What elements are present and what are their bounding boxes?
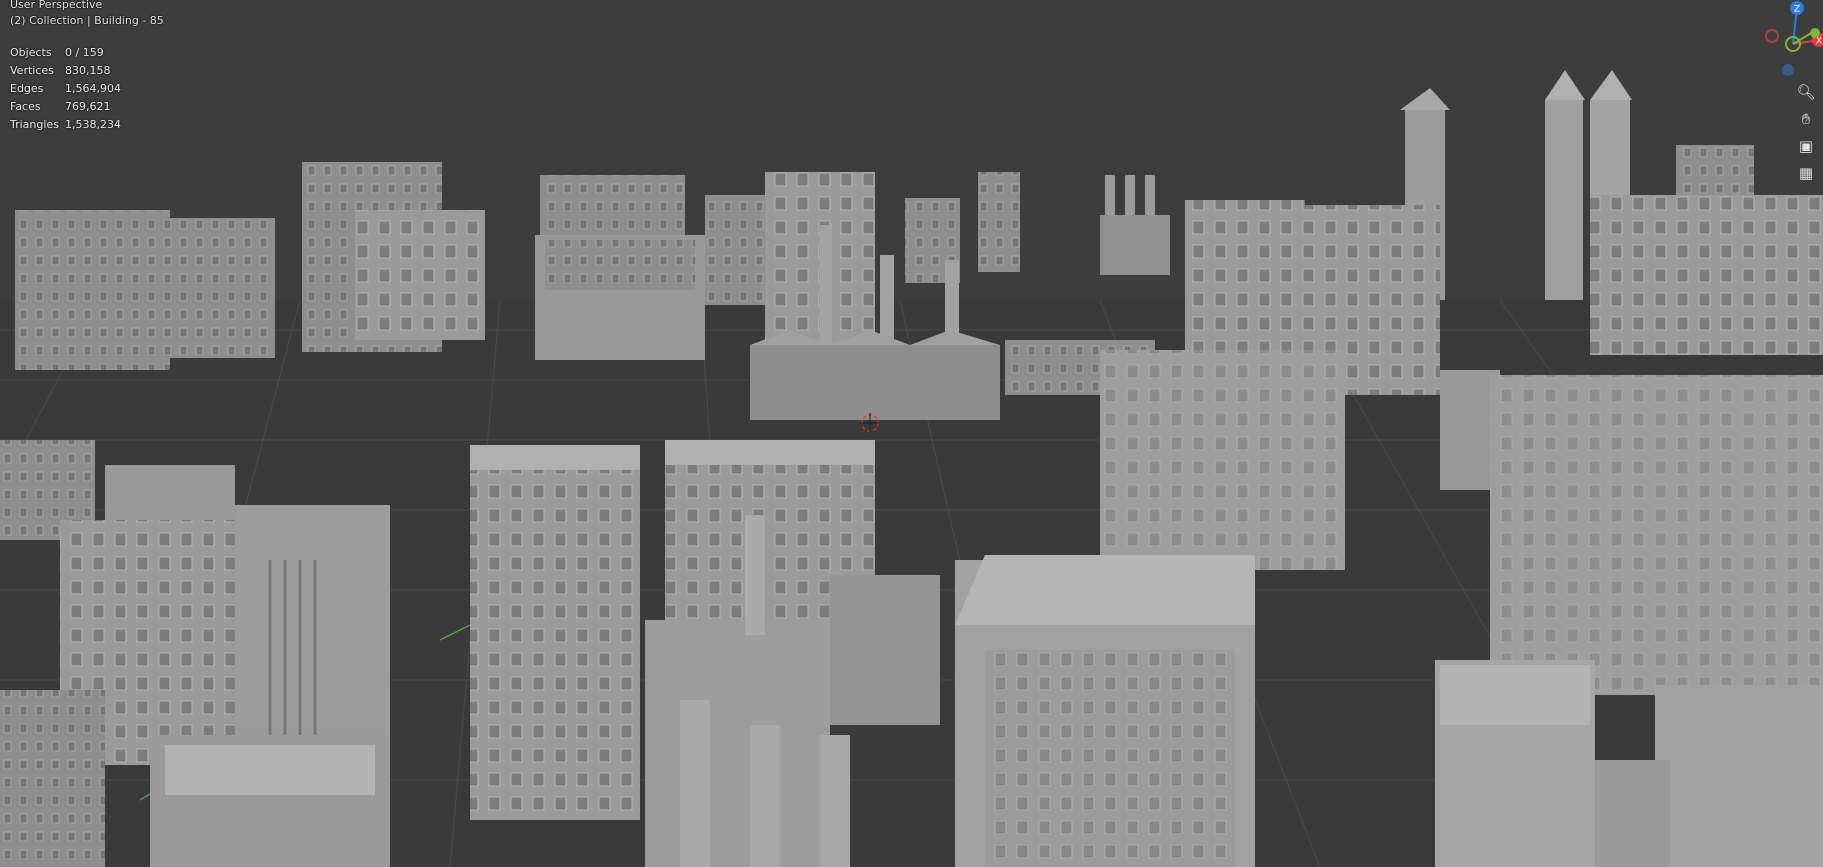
stat-edges: Edges 1,564,904 <box>10 80 121 98</box>
scene-statistics: Objects 0 / 159 Vertices 830,158 Edges 1… <box>10 44 121 134</box>
camera-icon[interactable]: ▣ <box>1794 134 1818 158</box>
gizmo-z-label: Z <box>1794 5 1800 15</box>
grid-icon[interactable]: ▦ <box>1794 161 1818 185</box>
zoom-icon[interactable]: 🔍︎ <box>1794 80 1818 104</box>
stat-faces: Faces 769,621 <box>10 98 121 116</box>
navigation-gizmo[interactable]: Z X <box>1743 0 1823 80</box>
stat-value: 1,564,904 <box>65 82 121 95</box>
stat-label: Edges <box>10 82 44 95</box>
stat-triangles: Triangles 1,538,234 <box>10 116 121 134</box>
stat-label: Faces <box>10 100 41 113</box>
view-perspective-label: User Perspective <box>10 0 103 11</box>
stat-label: Triangles <box>10 118 59 131</box>
hand-pan-icon[interactable]: ✋︎ <box>1794 107 1818 131</box>
active-collection-label: (2) Collection | Building - 85 <box>10 14 164 27</box>
gizmo-neg-y[interactable] <box>1810 28 1820 38</box>
stat-value: 769,621 <box>65 100 111 113</box>
stat-value: 1,538,234 <box>65 118 121 131</box>
gizmo-neg-z[interactable] <box>1782 64 1794 76</box>
stat-vertices: Vertices 830,158 <box>10 62 121 80</box>
stat-label: Objects <box>10 46 52 59</box>
3d-viewport[interactable] <box>0 0 1823 867</box>
stat-value: 0 / 159 <box>65 46 104 59</box>
stat-value: 830,158 <box>65 64 111 77</box>
stat-objects: Objects 0 / 159 <box>10 44 121 62</box>
stat-label: Vertices <box>10 64 54 77</box>
gizmo-neg-x[interactable] <box>1765 29 1779 43</box>
gizmo-x-label: X <box>1816 37 1822 47</box>
